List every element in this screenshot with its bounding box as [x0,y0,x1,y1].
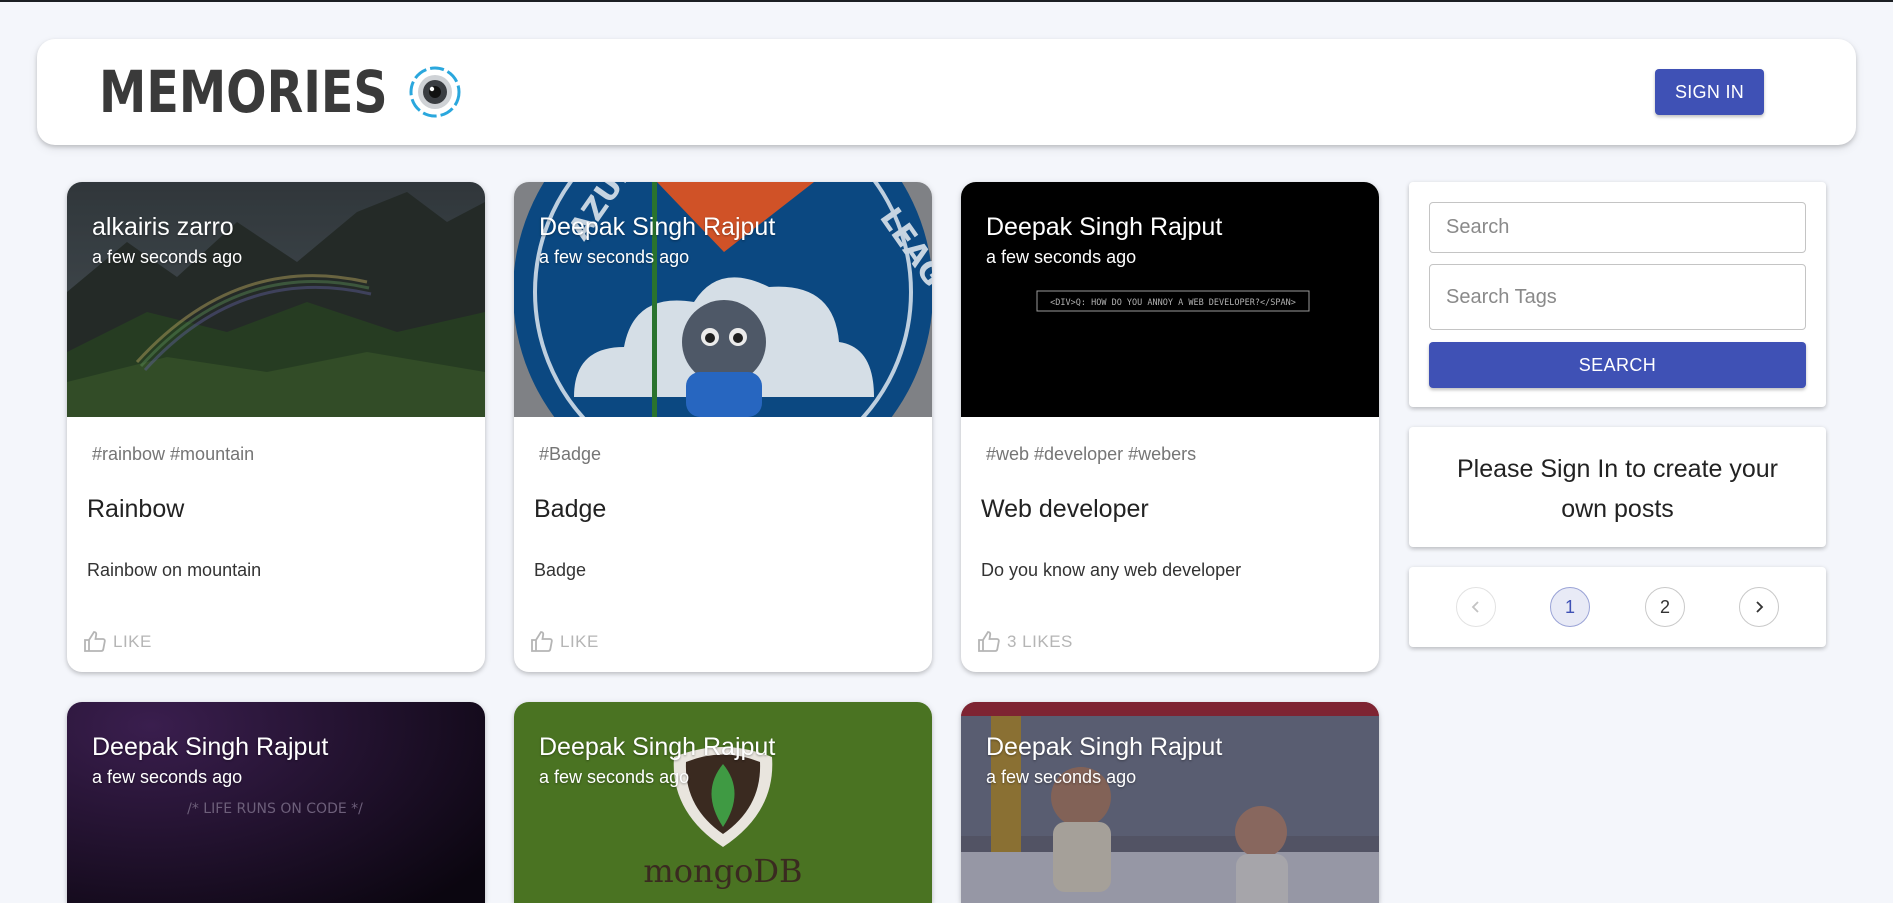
like-button[interactable]: LIKE [83,630,152,654]
post-card[interactable]: AZURE LEAGUE Deepak Singh Rajput a few s… [514,182,932,672]
post-message: Do you know any web developer [981,560,1242,580]
search-input[interactable] [1429,202,1806,253]
post-tags: #rainbow #mountain [92,444,255,464]
post-author: Deepak Singh Rajput [539,733,776,761]
post-author: Deepak Singh Rajput [986,733,1223,761]
camera-lens-icon [409,66,461,118]
post-title: Rainbow [87,495,185,523]
thumb-up-icon [84,631,106,652]
page-button-1[interactable]: 1 [1550,587,1590,627]
like-label: 3 LIKES [1007,632,1073,651]
svg-text:mongoDB: mongoDB [643,852,802,890]
thumb-up-icon [531,631,553,652]
post-message: Badge [534,560,587,580]
post-tags: #Badge [539,444,602,464]
app-bar: MEMORIES SIGN IN [37,39,1856,145]
post-tags: #web #developer #webers [986,444,1197,464]
search-panel: SEARCH [1409,182,1826,407]
like-label: LIKE [560,632,599,651]
sign-in-note-panel: Please Sign In to create your own posts [1409,427,1826,547]
post-card[interactable]: alkairis zarro a few seconds ago #rainbo… [67,182,485,672]
search-tags-input[interactable] [1429,264,1806,330]
like-button[interactable]: 3 LIKES [977,630,1073,654]
svg-text:/* LIFE RUNS ON CODE */: /* LIFE RUNS ON CODE */ [187,801,363,817]
previous-page-button[interactable] [1456,587,1496,627]
sign-in-note: Please Sign In to create your own posts [1456,455,1779,523]
post-title: Badge [534,495,607,523]
window-top-border [0,0,1893,2]
post-time: a few seconds ago [92,247,243,267]
search-button[interactable]: SEARCH [1429,342,1806,388]
chevron-left-icon [1471,601,1479,613]
post-author: Deepak Singh Rajput [539,213,776,241]
next-page-button[interactable] [1739,587,1779,627]
brand[interactable]: MEMORIES [99,58,461,126]
post-title: Web developer [981,495,1149,523]
thumb-up-icon [978,631,1000,652]
pagination: 1 2 [1409,567,1826,647]
sign-in-button[interactable]: SIGN IN [1655,69,1764,115]
page-button-2[interactable]: 2 [1645,587,1685,627]
post-message: Rainbow on mountain [87,560,262,580]
post-card[interactable]: mongoDB Deepak Singh Rajput a few second… [514,702,932,903]
post-time: a few seconds ago [92,767,243,787]
post-time: a few seconds ago [539,247,690,267]
post-time: a few seconds ago [986,767,1137,787]
like-label: LIKE [113,632,152,651]
like-button[interactable]: LIKE [530,630,599,654]
post-author: alkairis zarro [92,213,234,241]
post-author: Deepak Singh Rajput [986,213,1223,241]
post-author: Deepak Singh Rajput [92,733,329,761]
chevron-right-icon [1756,601,1764,613]
brand-title: MEMORIES [99,58,388,126]
post-card[interactable]: <DIV>Q: HOW DO YOU ANNOY A WEB DEVELOPER… [961,182,1379,672]
post-card[interactable]: /* LIFE RUNS ON CODE */ Deepak Singh Raj… [67,702,485,903]
post-time: a few seconds ago [539,767,690,787]
post-time: a few seconds ago [986,247,1137,267]
post-card[interactable]: Deepak Singh Rajput a few seconds ago [961,702,1379,903]
svg-text:<DIV>Q: HOW DO YOU ANNOY A WEB: <DIV>Q: HOW DO YOU ANNOY A WEB DEVELOPER… [1050,298,1296,308]
